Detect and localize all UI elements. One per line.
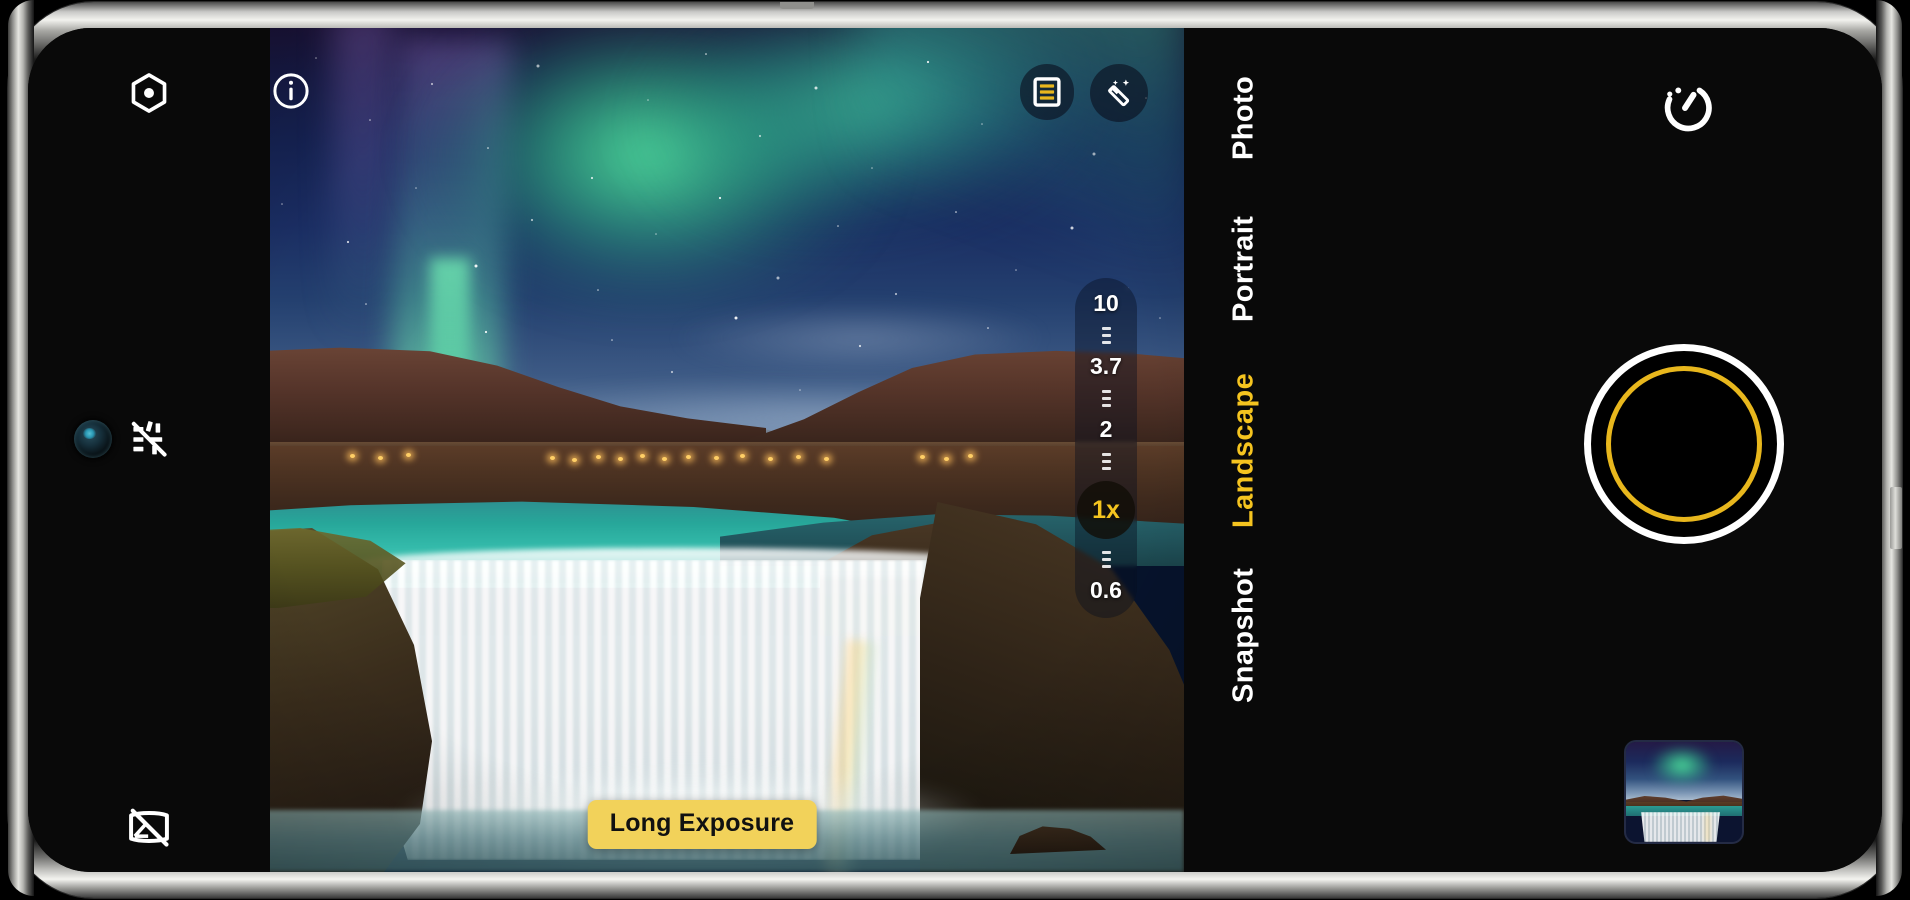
zoom-ticks-a xyxy=(1101,326,1111,344)
gallery-thumbnail-image xyxy=(1626,742,1742,842)
right-control-rail: Photo Portrait Landscape Snapshot xyxy=(1184,28,1882,872)
earpiece-speaker xyxy=(780,2,814,9)
zoom-slider[interactable]: 10 3.7 2 1x 0.6 xyxy=(1075,278,1137,618)
zoom-step-3-7[interactable]: 3.7 xyxy=(1090,355,1122,378)
zoom-ticks-c xyxy=(1101,452,1111,470)
village-light xyxy=(796,455,801,459)
village-light xyxy=(920,455,925,459)
village-light xyxy=(350,454,355,458)
mode-portrait[interactable]: Portrait xyxy=(1184,194,1304,344)
aperture-settings-icon xyxy=(131,73,167,113)
magic-wand-icon xyxy=(1107,79,1130,107)
viewfinder-top-bar xyxy=(220,28,1184,138)
zoom-step-10[interactable]: 10 xyxy=(1093,292,1119,315)
timer-button[interactable] xyxy=(1647,70,1723,146)
village-light xyxy=(618,457,623,461)
village-light xyxy=(378,456,383,460)
mode-snapshot[interactable]: Snapshot xyxy=(1184,548,1304,723)
zoom-step-0-6[interactable]: 0.6 xyxy=(1090,579,1122,602)
village-lights xyxy=(220,448,1184,470)
village-light xyxy=(406,453,411,457)
panorama-off-icon xyxy=(129,808,169,847)
filter-levels-button[interactable] xyxy=(1020,64,1074,120)
village-light xyxy=(686,455,691,459)
phone-device: 10 3.7 2 1x 0.6 Long Exposure Photo Port… xyxy=(0,0,1910,900)
village-light xyxy=(714,456,719,460)
zoom-ticks-b xyxy=(1101,389,1111,407)
flash-toggle-button[interactable] xyxy=(28,406,270,472)
filter-levels-icon xyxy=(1033,77,1061,107)
zoom-step-2[interactable]: 2 xyxy=(1100,418,1113,441)
power-button[interactable] xyxy=(1890,487,1902,549)
village-light xyxy=(640,454,645,458)
mode-landscape[interactable]: Landscape xyxy=(1184,358,1304,543)
village-light xyxy=(968,454,973,458)
mode-selector[interactable]: Photo Portrait Landscape Snapshot xyxy=(1184,28,1304,872)
magic-enhance-button[interactable] xyxy=(1090,64,1148,122)
village-light xyxy=(768,457,773,461)
gallery-thumbnail[interactable] xyxy=(1624,740,1744,844)
mode-photo[interactable]: Photo xyxy=(1184,58,1304,178)
shutter-button[interactable] xyxy=(1584,344,1784,544)
zoom-ticks-d xyxy=(1101,550,1111,568)
flash-off-icon xyxy=(131,421,167,457)
village-light xyxy=(596,455,601,459)
zoom-current-value[interactable]: 1x xyxy=(1077,481,1135,539)
info-icon xyxy=(273,73,309,109)
village-light xyxy=(572,458,577,462)
village-light xyxy=(740,454,745,458)
shutter-inner-ring xyxy=(1606,366,1762,522)
phone-screen: 10 3.7 2 1x 0.6 Long Exposure Photo Port… xyxy=(28,28,1882,872)
wide-angle-toggle-button[interactable] xyxy=(28,794,270,860)
village-light xyxy=(824,457,829,461)
info-button[interactable] xyxy=(266,66,316,116)
timer-icon xyxy=(1664,87,1712,132)
village-light xyxy=(662,457,667,461)
camera-viewfinder[interactable]: 10 3.7 2 1x 0.6 Long Exposure xyxy=(220,28,1184,872)
village-light xyxy=(550,456,555,460)
scene-mode-badge[interactable]: Long Exposure xyxy=(587,800,817,849)
left-control-rail xyxy=(28,28,270,872)
village-light xyxy=(944,457,949,461)
